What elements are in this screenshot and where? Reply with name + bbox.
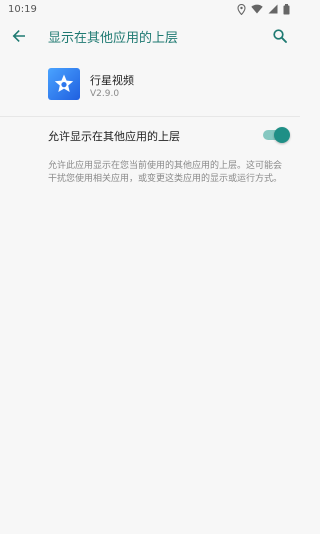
app-version: V2.9.0: [90, 89, 120, 99]
status-icons: [237, 3, 290, 15]
switch-thumb: [274, 127, 290, 143]
search-button[interactable]: [268, 24, 292, 48]
app-icon: [48, 68, 80, 100]
status-bar: 10:19: [0, 0, 300, 18]
allow-overlay-setting-row[interactable]: 允许显示在其他应用的上层: [0, 118, 300, 152]
location-icon: [237, 3, 246, 15]
setting-description: 允许此应用显示在您当前使用的其他应用的上层。这可能会干扰您使用相关应用，或变更这…: [48, 161, 283, 184]
page-title: 显示在其他应用的上层: [48, 31, 179, 46]
app-bar: 显示在其他应用的上层: [0, 18, 300, 54]
signal-icon: [268, 4, 278, 14]
wifi-icon: [251, 4, 263, 14]
allow-overlay-switch[interactable]: [263, 127, 290, 143]
app-name: 行星视频: [90, 74, 134, 87]
back-arrow-icon: [12, 30, 25, 42]
divider: [0, 116, 300, 117]
allow-overlay-label: 允许显示在其他应用的上层: [48, 130, 180, 143]
back-button[interactable]: [7, 24, 31, 48]
app-info-header: 行星视频 V2.9.0: [0, 60, 300, 110]
status-time: 10:19: [8, 3, 37, 15]
battery-icon: [283, 3, 290, 15]
search-icon: [273, 29, 287, 43]
star-icon: [54, 74, 74, 92]
